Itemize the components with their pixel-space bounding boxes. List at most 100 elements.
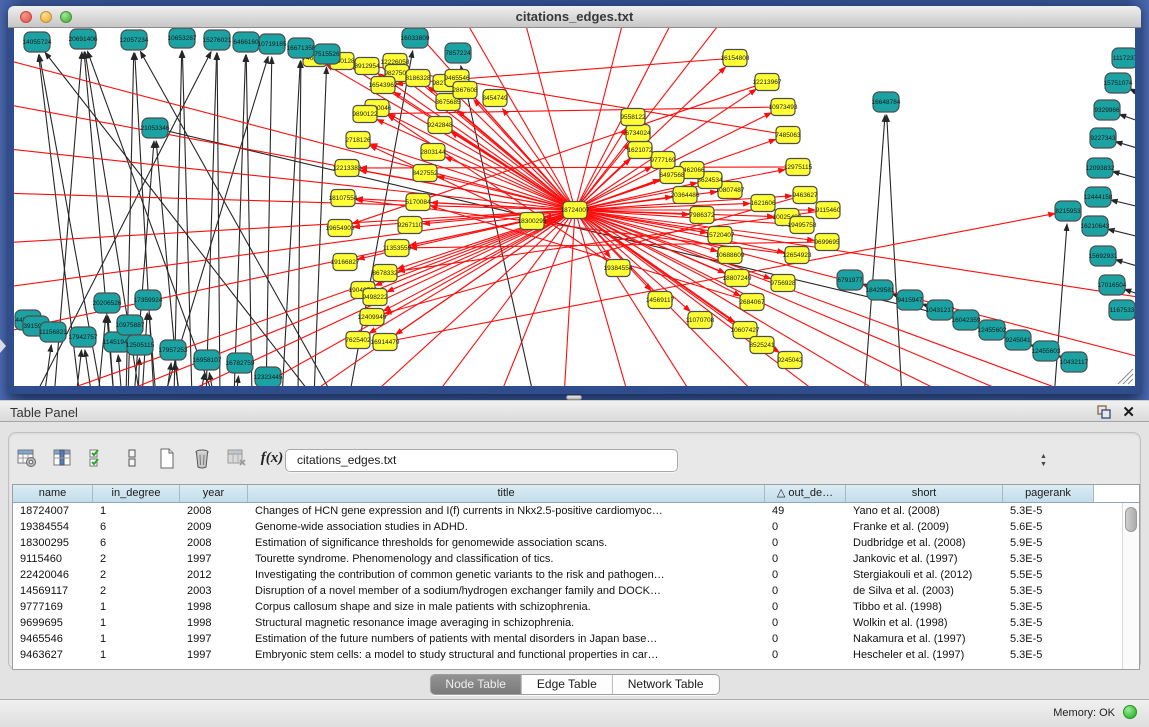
graph-node-9245042[interactable]: 9245042 xyxy=(777,352,803,369)
graph-node-9699695[interactable]: 9699695 xyxy=(814,234,840,251)
graph-node-6466160[interactable]: 6466160 xyxy=(233,32,259,52)
graph-node-12654923[interactable]: 12654923 xyxy=(783,247,812,264)
graph-node-16914479[interactable]: 16914479 xyxy=(371,334,400,351)
table-row[interactable]: 946362711997Embryonic stem cells: a mode… xyxy=(13,647,1122,663)
float-panel-icon[interactable] xyxy=(1097,405,1111,419)
graph-node-12455603[interactable]: 12455603 xyxy=(1032,341,1061,361)
graph-node-1117237[interactable]: 1117237 xyxy=(1112,48,1135,68)
graph-node-11156823[interactable]: 11156823 xyxy=(39,322,67,342)
graph-node-15276021[interactable]: 15276021 xyxy=(203,30,232,50)
graph-node-10973493[interactable]: 10973493 xyxy=(769,99,798,116)
tab-edge-table[interactable]: Edge Table xyxy=(521,675,612,694)
graph-node-19384554[interactable]: 19384554 xyxy=(604,260,633,277)
graph-node-12323445[interactable]: 12323445 xyxy=(254,367,283,386)
select-all-icon[interactable] xyxy=(86,447,108,469)
graph-node-19166827[interactable]: 19166827 xyxy=(331,254,360,271)
panel-collapse-arrow[interactable] xyxy=(0,339,6,353)
graph-node-10688609[interactable]: 10688609 xyxy=(716,247,745,264)
network-canvas[interactable]: 1872400718300295193845541456911711070708… xyxy=(14,28,1135,386)
graph-node-15720407[interactable]: 15720407 xyxy=(706,227,735,244)
graph-node-1621606[interactable]: 1621606 xyxy=(750,195,776,212)
graph-node-14569117[interactable]: 14569117 xyxy=(646,292,675,309)
column-header-name[interactable]: name xyxy=(13,485,93,502)
graph-node-9242848[interactable]: 9242848 xyxy=(427,117,453,134)
scrollbar-thumb[interactable] xyxy=(1125,507,1137,532)
show-column-icon[interactable] xyxy=(51,447,73,469)
graph-node-7515526[interactable]: 7515526 xyxy=(314,44,340,64)
rows-icon[interactable] xyxy=(121,447,143,469)
graph-node-20364486[interactable]: 20364486 xyxy=(671,187,700,204)
graph-node-1167533[interactable]: 1167533 xyxy=(1109,300,1135,320)
graph-node-9558122[interactable]: 9558122 xyxy=(620,109,646,126)
graph-node-10975887[interactable]: 10975887 xyxy=(116,315,145,335)
graph-node-10719185[interactable]: 10719185 xyxy=(258,34,287,54)
graph-node-2684067[interactable]: 2684067 xyxy=(739,294,765,311)
graph-node-7485063[interactable]: 7485063 xyxy=(775,127,801,144)
graph-node-12975115[interactable]: 12975115 xyxy=(784,159,813,176)
graph-node-16543962[interactable]: 16543962 xyxy=(369,77,398,94)
graph-node-17957253[interactable]: 17957253 xyxy=(159,340,188,360)
graph-node-9245041[interactable]: 9245041 xyxy=(1005,330,1031,350)
graph-node-16671358[interactable]: 16671358 xyxy=(287,38,316,58)
graph-node-16154808[interactable]: 16154808 xyxy=(721,50,750,67)
graph-node-2718126[interactable]: 2718126 xyxy=(345,132,371,149)
graph-node-19654903[interactable]: 19654903 xyxy=(326,220,355,237)
graph-node-9498222[interactable]: 9498222 xyxy=(362,289,388,306)
table-row[interactable]: 1938455462009Genome-wide association stu… xyxy=(13,519,1122,535)
graph-node-19495758[interactable]: 19495758 xyxy=(788,217,817,234)
table-row[interactable]: 1456911722003Disruption of a novel membe… xyxy=(13,583,1122,599)
graph-node-12444158[interactable]: 12444158 xyxy=(1084,187,1113,207)
graph-node-17359924[interactable]: 17359924 xyxy=(134,290,163,310)
column-header-short[interactable]: short xyxy=(846,485,1003,502)
graph-node-16782759[interactable]: 16782759 xyxy=(226,353,255,373)
graph-node-9329966[interactable]: 9329966 xyxy=(1094,100,1120,120)
table-row[interactable]: 946554611997Estimation of the future num… xyxy=(13,631,1122,647)
graph-node-12213967[interactable]: 12213967 xyxy=(753,74,782,91)
graph-node-16042359[interactable]: 16042359 xyxy=(952,310,981,330)
resize-grip-icon[interactable] xyxy=(1128,379,1133,384)
graph-node-9267110[interactable]: 9267110 xyxy=(398,217,423,234)
graph-node-12409949[interactable]: 12409949 xyxy=(358,309,387,326)
delete-entries-icon[interactable] xyxy=(191,447,213,469)
graph-node-7857224[interactable]: 7857224 xyxy=(445,43,471,63)
column-header-in_degree[interactable]: in_degree xyxy=(93,485,180,502)
graph-node-8912954[interactable]: 8912954 xyxy=(354,58,380,75)
graph-node-18724007[interactable]: 18724007 xyxy=(561,202,590,219)
graph-node-7625402[interactable]: 7625402 xyxy=(345,332,371,349)
table-row[interactable]: 1872400712008Changes of HCN gene express… xyxy=(13,503,1122,519)
table-row[interactable]: 977716911998Corpus callosum shape and si… xyxy=(13,599,1122,615)
graph-node-6734024[interactable]: 6734024 xyxy=(625,125,651,142)
graph-node-9777169[interactable]: 9777169 xyxy=(650,152,676,169)
graph-node-15692931[interactable]: 15692931 xyxy=(1089,246,1118,266)
graph-node-2867608[interactable]: 2867608 xyxy=(452,82,478,99)
graph-node-10432117[interactable]: 10432117 xyxy=(1060,352,1089,372)
table-row[interactable]: 2242004622012Investigating the contribut… xyxy=(13,567,1122,583)
table-row[interactable]: 1830029562008Estimation of significance … xyxy=(13,535,1122,551)
window-titlebar[interactable]: citations_edges.txt xyxy=(8,6,1141,28)
graph-node-18300295[interactable]: 18300295 xyxy=(518,213,547,230)
graph-node-9227343[interactable]: 9227343 xyxy=(1090,128,1116,148)
vertical-scrollbar[interactable] xyxy=(1122,503,1139,669)
graph-node-21053346[interactable]: 21053346 xyxy=(141,118,170,138)
graph-node-5170084[interactable]: 5170084 xyxy=(405,194,431,211)
graph-node-8678332[interactable]: 8678332 xyxy=(372,265,398,282)
graph-node-8215953[interactable]: 8215953 xyxy=(1055,201,1081,221)
graph-node-8427552[interactable]: 8427552 xyxy=(412,165,438,182)
table-row[interactable]: 911546021997Tourette syndrome. Phenomeno… xyxy=(13,551,1122,567)
table-settings-icon[interactable] xyxy=(16,447,38,469)
close-panel-icon[interactable]: ✕ xyxy=(1122,403,1135,421)
graph-node-9463627[interactable]: 9463627 xyxy=(792,187,818,204)
graph-node-15751074[interactable]: 15751074 xyxy=(1104,73,1133,93)
graph-node-9415947[interactable]: 9415947 xyxy=(897,290,923,310)
graph-node-12455602[interactable]: 12455602 xyxy=(978,320,1007,340)
resize-grip-icon[interactable] xyxy=(1123,374,1133,384)
graph-node-18429581[interactable]: 18429581 xyxy=(866,280,895,300)
graph-node-7986372[interactable]: 7986372 xyxy=(689,207,715,224)
graph-node-11353559[interactable]: 11353559 xyxy=(383,240,412,257)
function-builder-icon[interactable]: f(x) xyxy=(261,447,283,469)
column-header-pagerank[interactable]: pagerank xyxy=(1003,485,1094,502)
graph-node-8454749[interactable]: 8454749 xyxy=(482,90,508,107)
graph-node-12093832[interactable]: 12093832 xyxy=(1086,158,1115,178)
graph-node-6791977[interactable]: 6791977 xyxy=(837,270,863,290)
graph-node-8186328[interactable]: 8186328 xyxy=(405,70,431,87)
